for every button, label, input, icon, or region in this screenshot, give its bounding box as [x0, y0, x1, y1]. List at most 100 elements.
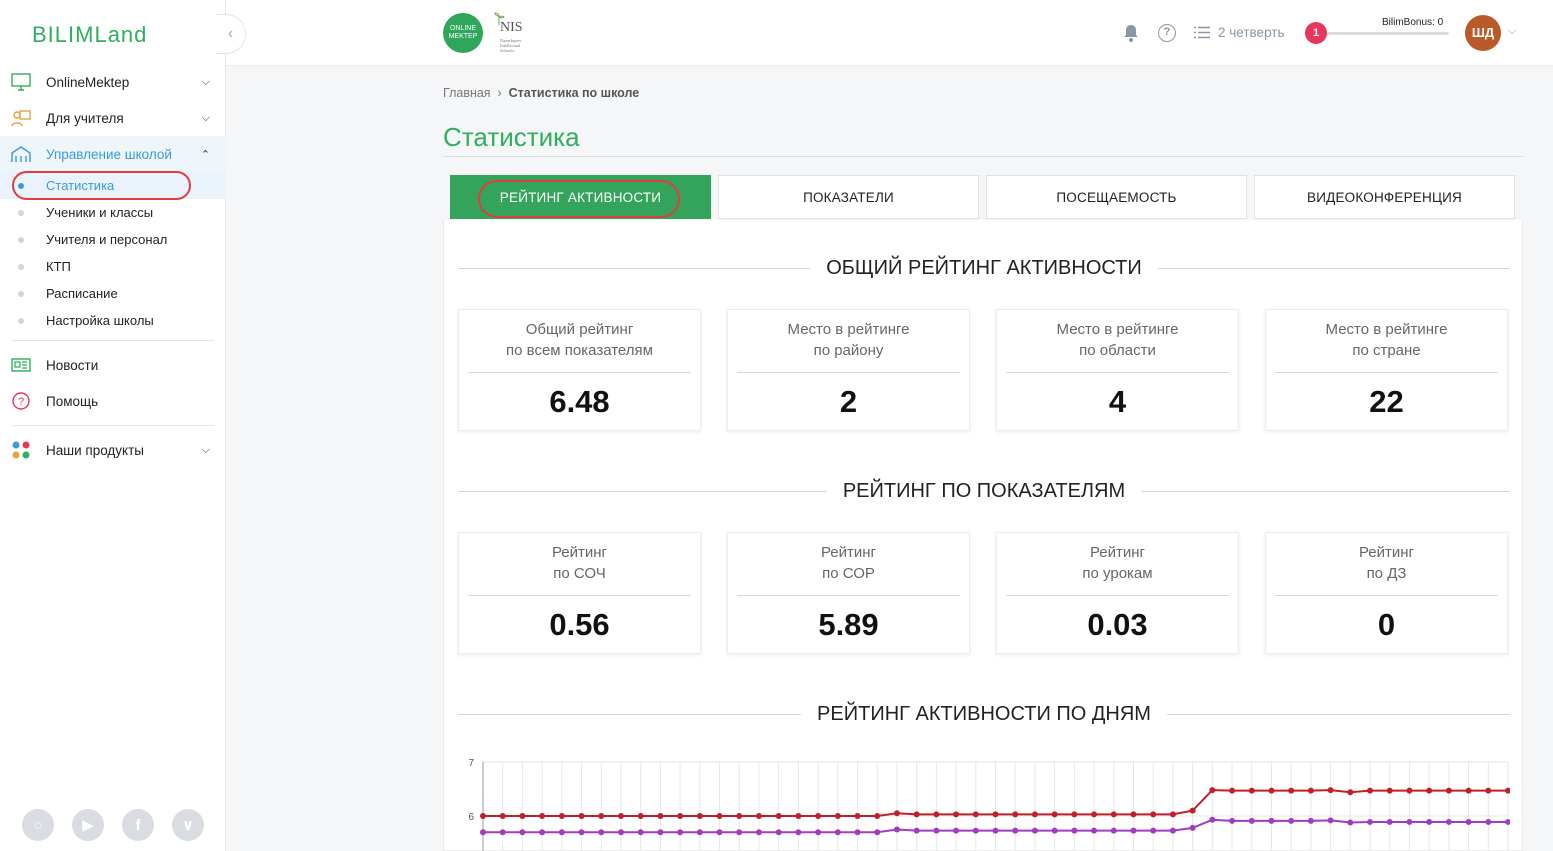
data-point: [893, 826, 900, 833]
data-point: [1268, 787, 1275, 794]
data-point: [755, 813, 762, 819]
sidebar-item-help[interactable]: ? Помощь: [0, 383, 226, 419]
divider: [1275, 595, 1498, 596]
data-point: [972, 827, 979, 834]
card-sublabel: по СОР: [822, 565, 875, 582]
data-point: [1130, 811, 1137, 818]
data-point: [1268, 817, 1275, 824]
data-point: [1051, 827, 1058, 834]
breadcrumb-home[interactable]: Главная: [443, 86, 491, 100]
help-icon: ?: [12, 392, 30, 410]
data-point: [1150, 827, 1157, 834]
bullet-icon: [18, 264, 24, 270]
data-point: [598, 829, 605, 836]
data-point: [1505, 787, 1510, 794]
data-point: [1307, 817, 1314, 824]
breadcrumb: Главная › Статистика по школе: [443, 86, 639, 100]
data-point: [499, 813, 506, 819]
chevron-down-icon: ⌵: [201, 112, 210, 124]
data-point: [953, 811, 960, 818]
section-title-text: РЕЙТИНГ ПО ПОКАЗАТЕЛЯМ: [842, 479, 1126, 502]
data-point: [1169, 811, 1176, 818]
bullet-icon: [18, 291, 24, 297]
avatar[interactable]: ШД: [1465, 15, 1501, 51]
card-label: Рейтинг: [551, 544, 608, 561]
card-label: Рейтинг: [1358, 544, 1415, 561]
divider: [12, 340, 214, 341]
tab-attendance[interactable]: ПОСЕЩАЕМОСТЬ: [986, 175, 1247, 219]
sidebar-subitem-students[interactable]: Ученики и классы: [0, 199, 226, 226]
instagram-icon[interactable]: ○: [22, 809, 54, 841]
sidebar-subitem-school-settings[interactable]: Настройка школы: [0, 307, 226, 334]
sidebar-subitem-teachers[interactable]: Учителя и персонал: [0, 226, 226, 253]
divider: [468, 372, 691, 373]
data-point: [1485, 818, 1492, 825]
notification-badge[interactable]: 1: [1305, 22, 1327, 44]
data-point: [1209, 816, 1216, 823]
topbar: ONLINE MEKTEP NIS Nazarbayev Intellectua…: [226, 0, 1553, 66]
sidebar-subitem-ktp[interactable]: КТП: [0, 253, 226, 280]
card-sublabel: по стране: [1352, 342, 1421, 359]
card-value: 2: [839, 384, 858, 419]
chevron-down-icon: ⌵: [201, 444, 210, 456]
card-label: Рейтинг: [1089, 544, 1146, 561]
sidebar-item-school-management[interactable]: Управление школой ⌃: [0, 136, 226, 172]
data-point: [1367, 818, 1374, 825]
data-point: [1367, 787, 1374, 794]
daily-chart: 76: [458, 748, 1510, 851]
data-point: [1386, 818, 1393, 825]
stat-card: Общий рейтинг по всем показателям 6.48: [458, 309, 701, 431]
sidebar-subitem-statistics[interactable]: Статистика: [0, 171, 226, 200]
data-point: [854, 829, 861, 836]
data-point: [1445, 818, 1452, 825]
youtube-icon[interactable]: ▶: [72, 809, 104, 841]
data-point: [775, 813, 782, 819]
sidebar-item-products[interactable]: Наши продукты ⌵: [0, 432, 226, 468]
data-point: [893, 810, 900, 817]
data-point: [953, 827, 960, 834]
bell-icon[interactable]: [1123, 24, 1139, 42]
card-sublabel: по СОЧ: [553, 565, 606, 582]
y-tick-label: 7: [468, 758, 474, 769]
chevron-down-icon[interactable]: ⌵: [1508, 25, 1516, 38]
data-point: [519, 829, 526, 836]
bilimland-logo[interactable]: BILIMLand: [32, 22, 147, 48]
nis-logo[interactable]: NIS Nazarbayev Intellectual Schools: [492, 12, 532, 54]
data-point: [1209, 787, 1216, 794]
data-point: [578, 813, 585, 819]
quarter-selector[interactable]: 2 четверть: [1194, 25, 1285, 40]
divider: [737, 372, 960, 373]
data-point: [578, 829, 585, 836]
data-point: [972, 811, 979, 818]
data-point: [1229, 787, 1236, 794]
data-point: [1327, 787, 1334, 794]
data-point: [933, 811, 940, 818]
tab-indicators[interactable]: ПОКАЗАТЕЛИ: [718, 175, 979, 219]
data-point: [874, 829, 881, 836]
data-point: [539, 829, 546, 836]
data-point: [696, 813, 703, 819]
stat-card: Место в рейтинге по области 4: [996, 309, 1239, 431]
daily-rating-chart: 76: [468, 758, 1510, 851]
teacher-icon: [11, 110, 31, 127]
data-point: [1031, 811, 1038, 818]
tab-activity-rating[interactable]: РЕЙТИНГ АКТИВНОСТИ: [450, 175, 711, 219]
list-icon: [1194, 26, 1210, 39]
data-point: [913, 811, 920, 818]
online-mektep-logo[interactable]: ONLINE MEKTEP: [443, 13, 483, 53]
sidebar-subitem-schedule[interactable]: Расписание: [0, 280, 226, 307]
tab-label: ВИДЕОКОНФЕРЕНЦИЯ: [1307, 189, 1462, 205]
monitor-icon: [11, 73, 31, 91]
sidebar-item-teacher[interactable]: Для учителя ⌵: [0, 100, 226, 136]
data-point: [1406, 787, 1413, 794]
facebook-icon[interactable]: f: [122, 809, 154, 841]
tab-videoconference[interactable]: ВИДЕОКОНФЕРЕНЦИЯ: [1254, 175, 1515, 219]
sidebar-item-onlinemektep[interactable]: OnlineMektep ⌵: [0, 64, 226, 100]
page-title: Статистика: [443, 122, 580, 152]
chevron-down-icon: ⌵: [201, 76, 210, 88]
products-icon: [12, 441, 30, 459]
sidebar-item-news[interactable]: Новости: [0, 347, 226, 383]
help-circle-icon[interactable]: ?: [1158, 24, 1176, 42]
vk-icon[interactable]: ∨: [172, 809, 204, 841]
data-point: [834, 829, 841, 836]
